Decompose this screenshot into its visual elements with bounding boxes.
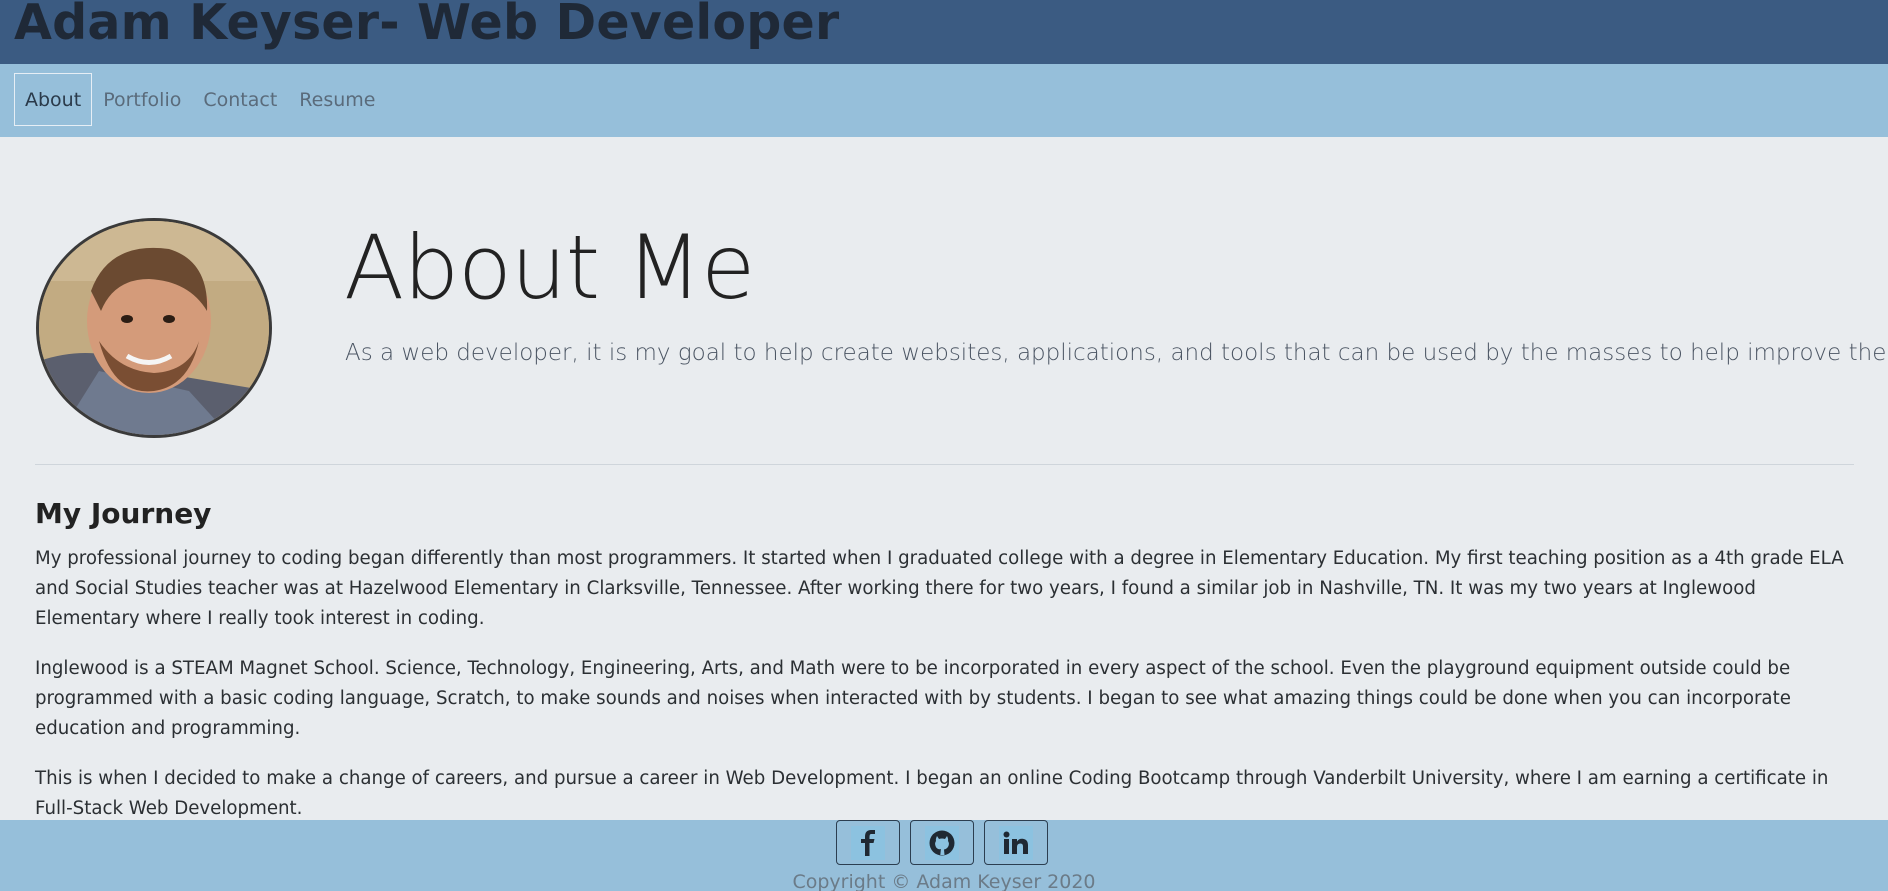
linkedin-icon [999,825,1033,860]
journey-paragraph: My professional journey to coding began … [35,548,1844,629]
facebook-button[interactable] [836,820,900,865]
linkedin-button[interactable] [984,820,1048,865]
github-icon [925,825,959,860]
journey-heading: My Journey [35,497,212,530]
about-lead: As a web developer, it is my goal to hel… [345,340,1888,366]
nav-item-portfolio[interactable]: Portfolio [92,73,192,126]
page: Adam Keyser- Web Developer About Portfol… [0,0,1888,891]
copyright-text: Copyright © Adam Keyser 2020 [792,871,1096,891]
nav-list: About Portfolio Contact Resume [14,73,386,126]
main-nav: About Portfolio Contact Resume [0,64,1888,137]
journey-paragraph: This is when I decided to make a change … [35,768,1829,819]
profile-photo [39,221,269,435]
site-title: Adam Keyser- Web Developer [14,0,840,51]
nav-item-contact[interactable]: Contact [192,73,288,126]
facebook-icon [851,825,885,860]
profile-avatar [36,218,272,438]
social-links [836,820,1048,865]
nav-item-resume[interactable]: Resume [288,73,386,126]
site-header: Adam Keyser- Web Developer [0,0,1888,64]
about-title: About Me [344,216,755,319]
nav-item-about[interactable]: About [14,73,93,126]
section-divider [35,464,1854,465]
journey-paragraph: Inglewood is a STEAM Magnet School. Scie… [35,658,1791,739]
github-button[interactable] [910,820,974,865]
site-footer: Copyright © Adam Keyser 2020 [0,820,1888,891]
